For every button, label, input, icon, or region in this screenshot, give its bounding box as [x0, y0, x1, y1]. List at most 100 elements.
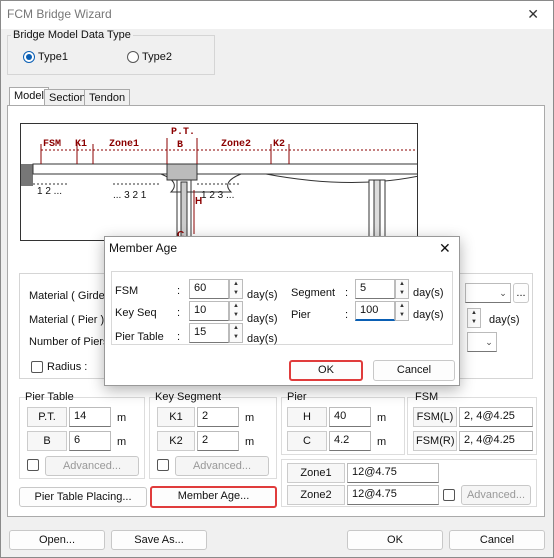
b-unit: m [117, 436, 127, 448]
colon: : [345, 287, 349, 299]
chevron-down-icon: ⌄ [499, 288, 507, 298]
key-segment-title: Key Segment [155, 391, 222, 403]
diagram-k1-label: K1 [75, 139, 88, 150]
pier-age-unit: day(s) [413, 309, 444, 321]
pier-table-age-input[interactable]: 15 [189, 323, 229, 343]
key-seq-age-input[interactable]: 10 [189, 301, 229, 321]
diagram-pt-label: P.T. [171, 127, 196, 138]
ok-label: OK [387, 534, 403, 546]
segment-age-input[interactable]: 5 [355, 279, 395, 299]
colon: : [177, 285, 181, 297]
pier-age-stepper[interactable]: ▲ ▼ [395, 301, 409, 321]
diagram-fsm-label: FSM [43, 139, 62, 150]
advanced-label: Advanced... [62, 460, 122, 472]
dialog-cancel-button[interactable]: Cancel [373, 360, 455, 381]
girder-material-select[interactable]: ⌄ [465, 283, 511, 303]
fsm-age-stepper[interactable]: ▲ ▼ [229, 279, 243, 299]
open-button[interactable]: Open... [9, 530, 105, 550]
close-icon[interactable]: ✕ [527, 6, 539, 23]
arrow-down-icon: ▼ [471, 319, 477, 325]
key-seq-age-label: Key Seq [115, 307, 157, 319]
segment-age-unit: day(s) [413, 287, 444, 299]
material-pier-label: Material ( Pier ) [29, 314, 105, 326]
arrow-down-icon: ▼ [399, 312, 405, 318]
b-input[interactable]: 6 [69, 431, 111, 451]
arrow-up-icon: ▲ [471, 310, 477, 316]
fsm-r-label: FSM(R) [413, 431, 457, 451]
tab-model[interactable]: Model [9, 87, 49, 107]
pier-age-input[interactable]: 100 [355, 301, 395, 321]
k1-input[interactable]: 2 [197, 407, 239, 427]
advanced-label: Advanced... [466, 489, 526, 501]
radio-selected-icon [23, 51, 35, 63]
b-label: B [27, 431, 67, 451]
arrow-up-icon: ▲ [233, 325, 239, 331]
pier-table-age-label: Pier Table [115, 331, 164, 343]
dialog-title: Member Age [109, 241, 178, 255]
zones-advanced-checkbox[interactable] [443, 489, 455, 501]
colon: : [345, 309, 349, 321]
diagram-b-label: B [177, 140, 184, 151]
ok-button[interactable]: OK [347, 530, 443, 550]
window-title: FCM Bridge Wizard [7, 7, 112, 21]
browse-button[interactable]: ... [513, 283, 529, 303]
advanced-label: Advanced... [192, 460, 252, 472]
diagram-k2-label: K2 [273, 139, 286, 150]
pier-table-advanced-checkbox[interactable] [27, 459, 39, 471]
k2-input[interactable]: 2 [197, 431, 239, 451]
h-label: H [287, 407, 327, 427]
close-icon[interactable]: ✕ [439, 240, 451, 257]
c-input[interactable]: 4.2 [329, 431, 371, 451]
browse-label: ... [516, 287, 526, 299]
zone2-label: Zone2 [287, 485, 345, 505]
save-as-button[interactable]: Save As... [111, 530, 207, 550]
pier-table-age-stepper[interactable]: ▲ ▼ [229, 323, 243, 343]
pier-age-label: Pier [291, 309, 311, 321]
key-segment-advanced-button[interactable]: Advanced... [175, 456, 269, 476]
arrow-down-icon: ▼ [233, 334, 239, 340]
open-label: Open... [38, 534, 76, 546]
radio-unselected-icon [127, 51, 139, 63]
radius-label: Radius : [47, 361, 88, 373]
model-type-label: Bridge Model Data Type [11, 29, 133, 41]
pier-title: Pier [287, 391, 307, 403]
colon: : [177, 331, 181, 343]
fsm-title: FSM [415, 391, 439, 403]
cancel-button[interactable]: Cancel [449, 530, 545, 550]
zone2-input[interactable]: 12@4.75 [347, 485, 439, 505]
segment-age-label: Segment [291, 287, 336, 299]
key-seq-age-stepper[interactable]: ▲ ▼ [229, 301, 243, 321]
arrow-down-icon: ▼ [233, 312, 239, 318]
fsm-l-input[interactable]: 2, 4@4.25 [459, 407, 533, 427]
pier-stepper[interactable]: ▲ ▼ [467, 308, 481, 328]
h-input[interactable]: 40 [329, 407, 371, 427]
k1-label: K1 [157, 407, 195, 427]
pier-table-advanced-button[interactable]: Advanced... [45, 456, 139, 476]
arrow-down-icon: ▼ [399, 290, 405, 296]
h-unit: m [377, 412, 387, 424]
cancel-label: Cancel [479, 534, 515, 546]
piers-select[interactable]: ⌄ [467, 332, 497, 352]
c-unit: m [377, 436, 387, 448]
tab-tendon[interactable]: Tendon [84, 89, 131, 106]
segment-age-stepper[interactable]: ▲ ▼ [395, 279, 409, 299]
fsm-age-unit: day(s) [247, 289, 278, 301]
fsm-r-input[interactable]: 2, 4@4.25 [459, 431, 533, 451]
pier-table-placing-button[interactable]: Pier Table Placing... [19, 487, 147, 507]
zone1-input[interactable]: 12@4.75 [347, 463, 439, 483]
zones-advanced-button[interactable]: Advanced... [461, 485, 531, 505]
key-segment-advanced-checkbox[interactable] [157, 459, 169, 471]
dialog-ok-button[interactable]: OK [289, 360, 363, 381]
arrow-up-icon: ▲ [399, 281, 405, 287]
title-bar: FCM Bridge Wizard ✕ [1, 1, 553, 29]
tab-section-label: Section [49, 92, 86, 104]
member-age-button[interactable]: Member Age... [150, 486, 277, 508]
pt-input[interactable]: 14 [69, 407, 111, 427]
radio-type1-label: Type1 [38, 51, 68, 63]
radio-type2[interactable]: Type2 [127, 51, 172, 63]
fsm-age-input[interactable]: 60 [189, 279, 229, 299]
radio-type1[interactable]: Type1 [23, 51, 68, 63]
radius-checkbox[interactable] [31, 361, 43, 373]
bridge-diagram: FSM K1 Zone1 P.T. B Zone2 K2 1 2 ... ...… [20, 123, 418, 241]
k2-label: K2 [157, 431, 195, 451]
